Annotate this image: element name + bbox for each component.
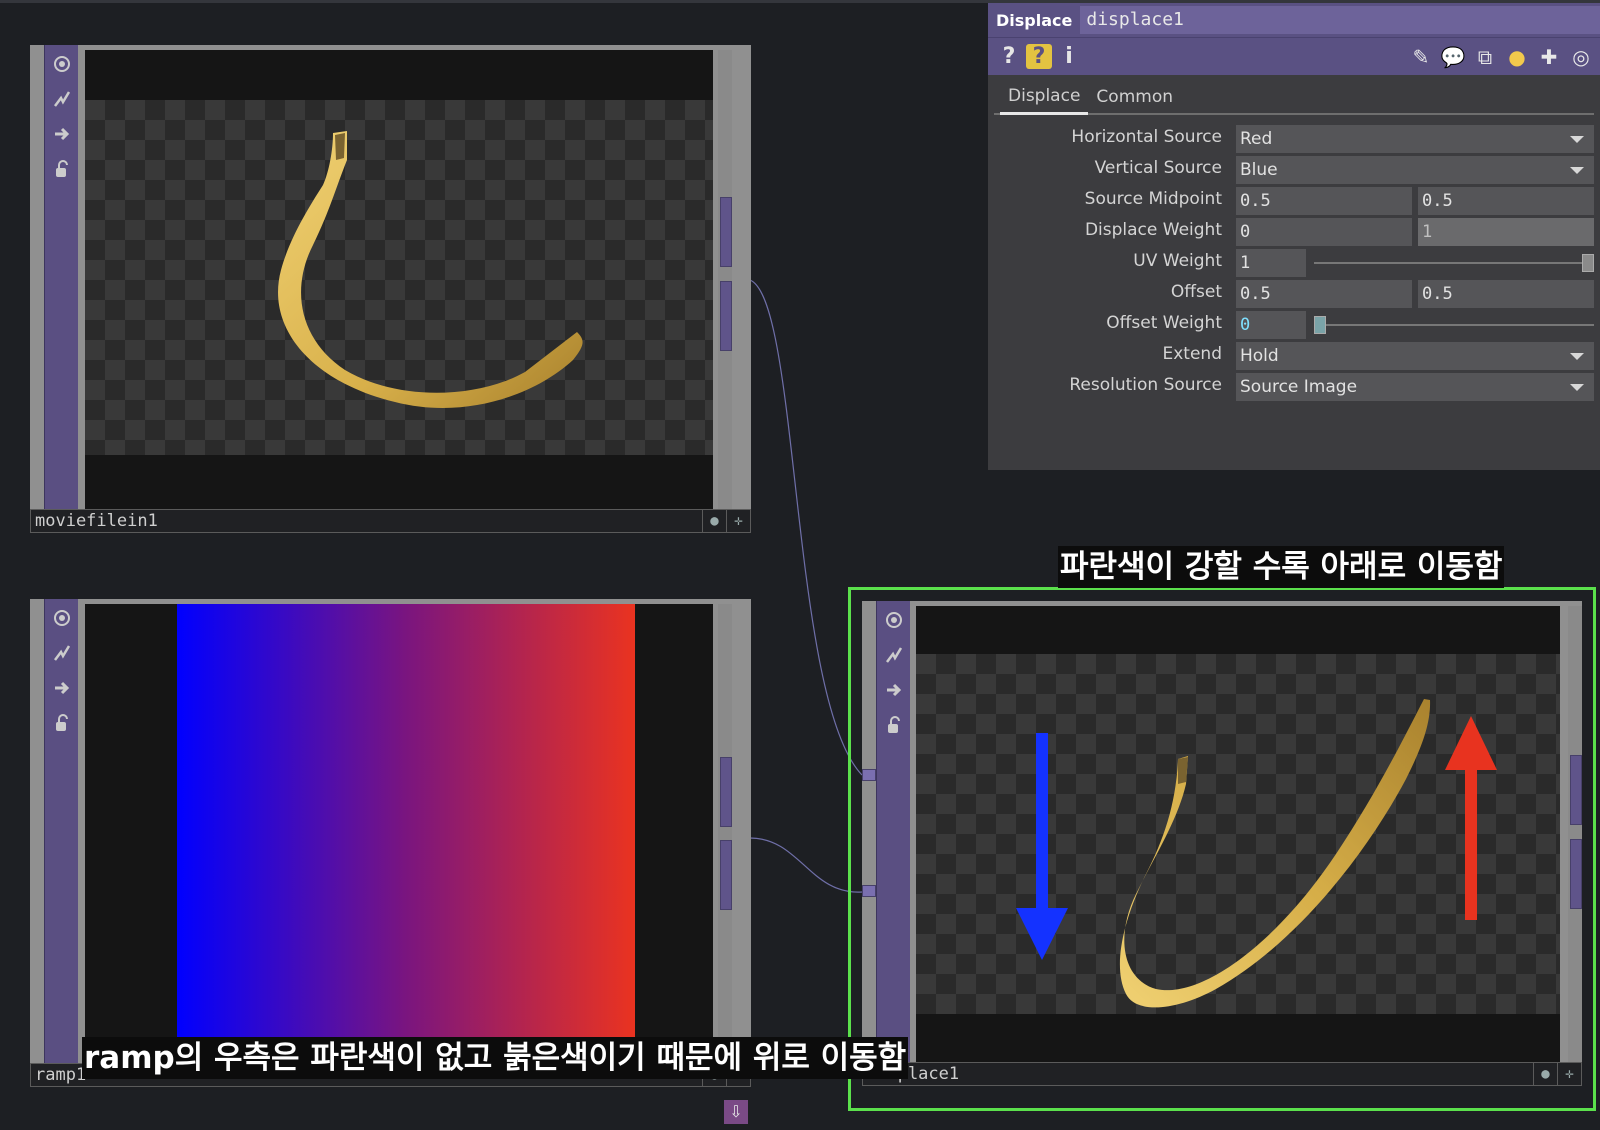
uv-weight-slider-track[interactable] xyxy=(1314,262,1594,264)
param-horizontal-source: Horizontal Source Red xyxy=(988,123,1600,154)
param-offset-weight: Offset Weight 0 xyxy=(988,309,1600,340)
resolution-source-dropdown[interactable]: Source Image xyxy=(1236,373,1594,401)
up-arrow xyxy=(1445,716,1497,920)
offset-weight-field[interactable]: 0 xyxy=(1236,311,1306,339)
param-label: Offset Weight xyxy=(1106,313,1222,333)
param-label: Source Midpoint xyxy=(1084,189,1222,209)
extend-dropdown[interactable]: Hold xyxy=(1236,342,1594,370)
parameter-panel: Displace displace1 ? ? i ✎ 💬 ⧉ ● ✚ ◎ Dis… xyxy=(988,3,1600,470)
param-displace-weight: Displace Weight 0 1 xyxy=(988,216,1600,247)
panel-toolbar: ? ? i ✎ 💬 ⧉ ● ✚ ◎ xyxy=(988,37,1600,75)
caption-blue-down: 파란색이 강할 수록 아래로 이동함 xyxy=(1058,546,1505,588)
target-icon[interactable]: ◎ xyxy=(1568,45,1594,69)
param-label: Displace Weight xyxy=(1084,220,1222,240)
param-list: Horizontal Source Red Vertical Source Bl… xyxy=(988,115,1600,402)
tab-common[interactable]: Common xyxy=(1088,87,1181,113)
param-vertical-source: Vertical Source Blue xyxy=(988,154,1600,185)
vertical-source-dropdown[interactable]: Blue xyxy=(1236,156,1594,184)
down-arrow xyxy=(1016,733,1068,960)
param-label: Resolution Source xyxy=(1069,375,1222,395)
param-label: Extend xyxy=(1162,344,1223,364)
param-uv-weight: UV Weight 1 xyxy=(988,247,1600,278)
python-icon[interactable]: ● xyxy=(1504,45,1530,69)
info-icon[interactable]: i xyxy=(1054,44,1084,69)
offset-y-field[interactable]: 0.5 xyxy=(1418,280,1594,308)
param-extend: Extend Hold xyxy=(988,340,1600,371)
source-midpoint-x-field[interactable]: 0.5 xyxy=(1236,187,1412,215)
tab-displace[interactable]: Displace xyxy=(1000,86,1089,115)
op-name-field[interactable]: displace1 xyxy=(1080,6,1600,34)
help-icon[interactable]: ? xyxy=(994,44,1024,69)
op-type-label: Displace xyxy=(996,10,1073,30)
caption-red-up: ramp의 우측은 파란색이 없고 붉은색이기 때문에 위로 이동함 xyxy=(82,1037,909,1079)
param-label: Vertical Source xyxy=(1094,158,1222,178)
panel-header: Displace displace1 xyxy=(988,3,1600,37)
source-midpoint-y-field[interactable]: 0.5 xyxy=(1418,187,1594,215)
displace-weight-y-field[interactable]: 1 xyxy=(1418,218,1594,246)
param-label: UV Weight xyxy=(1133,251,1222,271)
param-label: Horizontal Source xyxy=(1071,127,1222,147)
plus-icon[interactable]: ✚ xyxy=(1536,45,1562,69)
uv-weight-slider-handle[interactable] xyxy=(1582,254,1594,272)
offset-weight-slider-track[interactable] xyxy=(1314,324,1594,326)
param-offset: Offset 0.5 0.5 xyxy=(988,278,1600,309)
param-label: Offset xyxy=(1170,282,1222,302)
horizontal-source-dropdown[interactable]: Red xyxy=(1236,125,1594,153)
offset-x-field[interactable]: 0.5 xyxy=(1236,280,1412,308)
param-resolution-source: Resolution Source Source Image xyxy=(988,371,1600,402)
displace-weight-x-field[interactable]: 0 xyxy=(1236,218,1412,246)
pencil-icon[interactable]: ✎ xyxy=(1408,45,1434,69)
offset-weight-slider-handle[interactable] xyxy=(1314,316,1326,334)
clone-icon[interactable]: ⧉ xyxy=(1472,45,1498,69)
op-help-icon[interactable]: ? xyxy=(1026,44,1052,69)
param-tabs: Displace Common xyxy=(994,75,1594,115)
comment-icon[interactable]: 💬 xyxy=(1440,45,1466,69)
uv-weight-field[interactable]: 1 xyxy=(1236,249,1306,277)
param-source-midpoint: Source Midpoint 0.5 0.5 xyxy=(988,185,1600,216)
